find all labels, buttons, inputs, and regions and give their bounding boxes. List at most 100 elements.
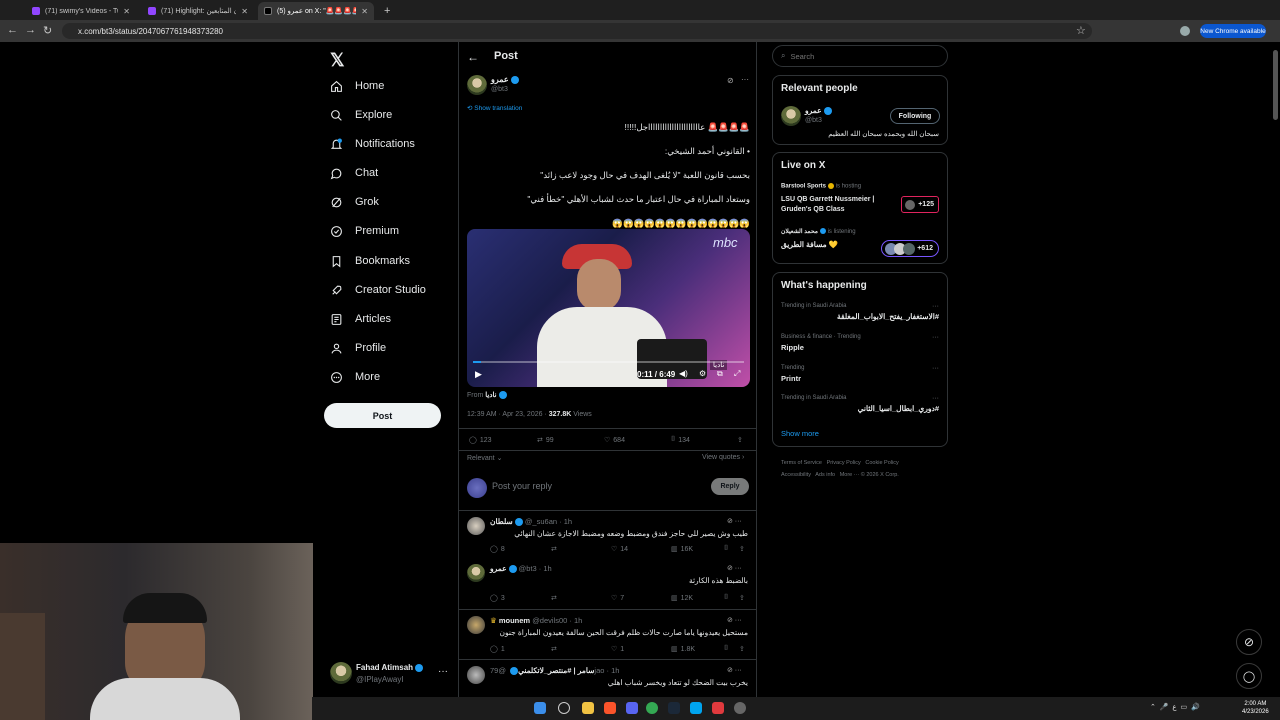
reply-avatar[interactable] [467, 666, 485, 684]
person-name[interactable]: عمرو [805, 106, 832, 116]
views-icon[interactable]: ▥ 12K [671, 594, 693, 603]
live-listeners[interactable]: +612 [881, 240, 939, 257]
profile-avatar[interactable] [1180, 26, 1190, 36]
video-player[interactable]: mbc ناديا ▶ 0:11 / 6:49 ◀) ⚙ ⧉ ⤢ [467, 229, 750, 387]
fullscreen-icon[interactable]: ⤢ [734, 369, 740, 379]
bookmark-icon[interactable]: ⌷ [724, 594, 728, 602]
views-icon[interactable]: ▥ 16K [671, 545, 693, 554]
account-menu-icon[interactable]: ··· [438, 666, 448, 677]
update-chrome-button[interactable]: New Chrome available [1200, 24, 1266, 38]
reply-avatar[interactable] [467, 564, 485, 582]
live-title[interactable]: LSU QB Garrett Nussmeier | Gruden's QB C… [781, 195, 891, 215]
tab-highlight[interactable]: (71) Highlight: رايكون المتابعين✕ [142, 2, 254, 20]
app-icon[interactable] [712, 702, 724, 714]
live-listeners[interactable]: +125 [901, 196, 939, 213]
reply-button[interactable]: Reply [711, 478, 749, 495]
reply-item[interactable]: ♛ mounem @devils00 · 1h ⊘ ··· مستحيل يعي… [459, 609, 756, 659]
grok-small-icon[interactable]: ⊘ [727, 76, 734, 85]
play-icon[interactable]: ▶ [475, 369, 482, 380]
trend-item[interactable]: Business & finance · Trending Ripple ··· [781, 334, 939, 352]
reply-icon[interactable]: ◯ 1 [490, 645, 505, 654]
author-name[interactable]: عمرو [491, 75, 519, 84]
grok-fab-icon[interactable]: ⊘ [1236, 629, 1262, 655]
reply-avatar[interactable] [467, 616, 485, 634]
repost-action[interactable]: ⇄ 99 [537, 436, 554, 445]
tab-twitch[interactable]: (71) swimy's Videos - Twitch✕ [26, 2, 136, 20]
person-avatar[interactable] [781, 106, 801, 126]
pip-icon[interactable]: ⧉ [717, 369, 723, 379]
share-icon[interactable]: ⇪ [737, 436, 743, 444]
close-icon[interactable]: ✕ [361, 7, 368, 16]
reply-item[interactable]: عمرو @bt3 · 1h ⊘ ··· بالضبط هذه الكارثة … [459, 558, 756, 608]
view-quotes-link[interactable]: View quotes › [702, 454, 744, 461]
account-avatar[interactable] [330, 662, 352, 684]
nav-creator-studio[interactable]: Creator Studio [330, 280, 426, 300]
grok-small-icon[interactable]: ⊘ ··· [727, 517, 742, 525]
views-icon[interactable]: ▥ 1.8K [671, 645, 695, 654]
trend-item[interactable]: Trending Printr ··· [781, 365, 939, 383]
reply-icon[interactable]: ◯ 8 [490, 545, 505, 554]
nav-home[interactable]: Home [330, 76, 384, 96]
star-icon[interactable]: ☆ [1076, 24, 1086, 37]
close-icon[interactable]: ✕ [123, 7, 130, 16]
steam-icon[interactable] [668, 702, 680, 714]
url-input[interactable]: x.com/bt3/status/2047067761948373280 [62, 23, 1092, 39]
share-icon[interactable]: ⇪ [739, 594, 745, 602]
search-icon[interactable] [558, 702, 570, 714]
like-action[interactable]: ♡ 684 [604, 436, 625, 445]
bookmark-icon[interactable]: ⌷ [724, 545, 728, 553]
settings-icon[interactable]: ⚙ [699, 369, 706, 378]
show-translation-link[interactable]: ⟲ Show translation [467, 104, 522, 112]
start-icon[interactable] [534, 702, 546, 714]
close-icon[interactable]: ✕ [241, 7, 248, 16]
new-tab-button[interactable]: + [378, 2, 392, 20]
search-input[interactable] [790, 51, 931, 61]
share-icon[interactable]: ⇪ [739, 645, 745, 653]
forward-icon[interactable]: → [25, 24, 36, 36]
app-icon[interactable] [690, 702, 702, 714]
nav-explore[interactable]: Explore [330, 105, 392, 125]
file-explorer-icon[interactable] [582, 702, 594, 714]
nav-profile[interactable]: Profile [330, 338, 386, 358]
heart-icon[interactable]: ♡ 7 [611, 594, 624, 603]
repost-icon[interactable]: ⇄ [551, 545, 557, 553]
heart-icon[interactable]: ♡ 1 [611, 645, 624, 654]
nav-more[interactable]: More [330, 367, 380, 387]
tab-x-post[interactable]: عمرو (5) on X: "🚨🚨🚨🚨 عا...✕ [258, 2, 374, 20]
share-icon[interactable]: ⇪ [739, 545, 745, 553]
more-icon[interactable]: ··· [741, 75, 749, 84]
nav-chat[interactable]: Chat [330, 163, 378, 183]
chrome-icon[interactable] [646, 702, 658, 714]
reply-input[interactable]: Post your reply [492, 481, 552, 491]
reply-action[interactable]: ◯ 123 [469, 436, 492, 445]
grok-small-icon[interactable]: ⊘ ··· [727, 616, 742, 624]
repost-icon[interactable]: ⇄ [551, 594, 557, 602]
nav-bookmarks[interactable]: Bookmarks [330, 251, 410, 271]
nav-notifications[interactable]: Notifications [330, 134, 415, 154]
tray-icons[interactable]: ⌃ 🎤 ع ▭ 🔊 [1150, 703, 1200, 711]
volume-icon[interactable]: ◀) [679, 369, 688, 378]
grok-small-icon[interactable]: ⊘ ··· [727, 564, 742, 572]
back-icon[interactable]: ← [7, 24, 18, 36]
reply-avatar[interactable] [467, 517, 485, 535]
nav-premium[interactable]: Premium [330, 221, 399, 241]
nav-grok[interactable]: Grok [330, 192, 379, 212]
heart-icon[interactable]: ♡ 14 [611, 545, 628, 554]
trend-item[interactable]: Trending in Saudi Arabia #دوري_ابطال_اسيا… [781, 395, 939, 413]
bookmark-action[interactable]: ⌷ 134 [671, 436, 690, 444]
following-button[interactable]: Following [890, 108, 940, 124]
bookmark-icon[interactable]: ⌷ [724, 645, 728, 653]
back-arrow-icon[interactable]: ← [467, 50, 479, 64]
show-more-link[interactable]: Show more [781, 429, 819, 438]
reply-icon[interactable]: ◯ 3 [490, 594, 505, 603]
post-button[interactable]: Post [324, 403, 441, 428]
grok-small-icon[interactable]: ⊘ ··· [727, 666, 742, 674]
trend-item[interactable]: Trending in Saudi Arabia #الاستغفار_يفتح_… [781, 303, 939, 321]
reply-item[interactable]: سلطان @_su6an · 1h ⊘ ··· طيب وش يصير للي… [459, 510, 756, 558]
nav-articles[interactable]: Articles [330, 309, 391, 329]
clock[interactable]: 2:00 AM 4/23/2026 [1242, 700, 1269, 716]
author-avatar[interactable] [467, 75, 487, 95]
scrollbar-thumb[interactable] [1273, 50, 1278, 120]
discord-icon[interactable] [626, 702, 638, 714]
sort-dropdown[interactable]: Relevant ⌄ [467, 454, 502, 462]
